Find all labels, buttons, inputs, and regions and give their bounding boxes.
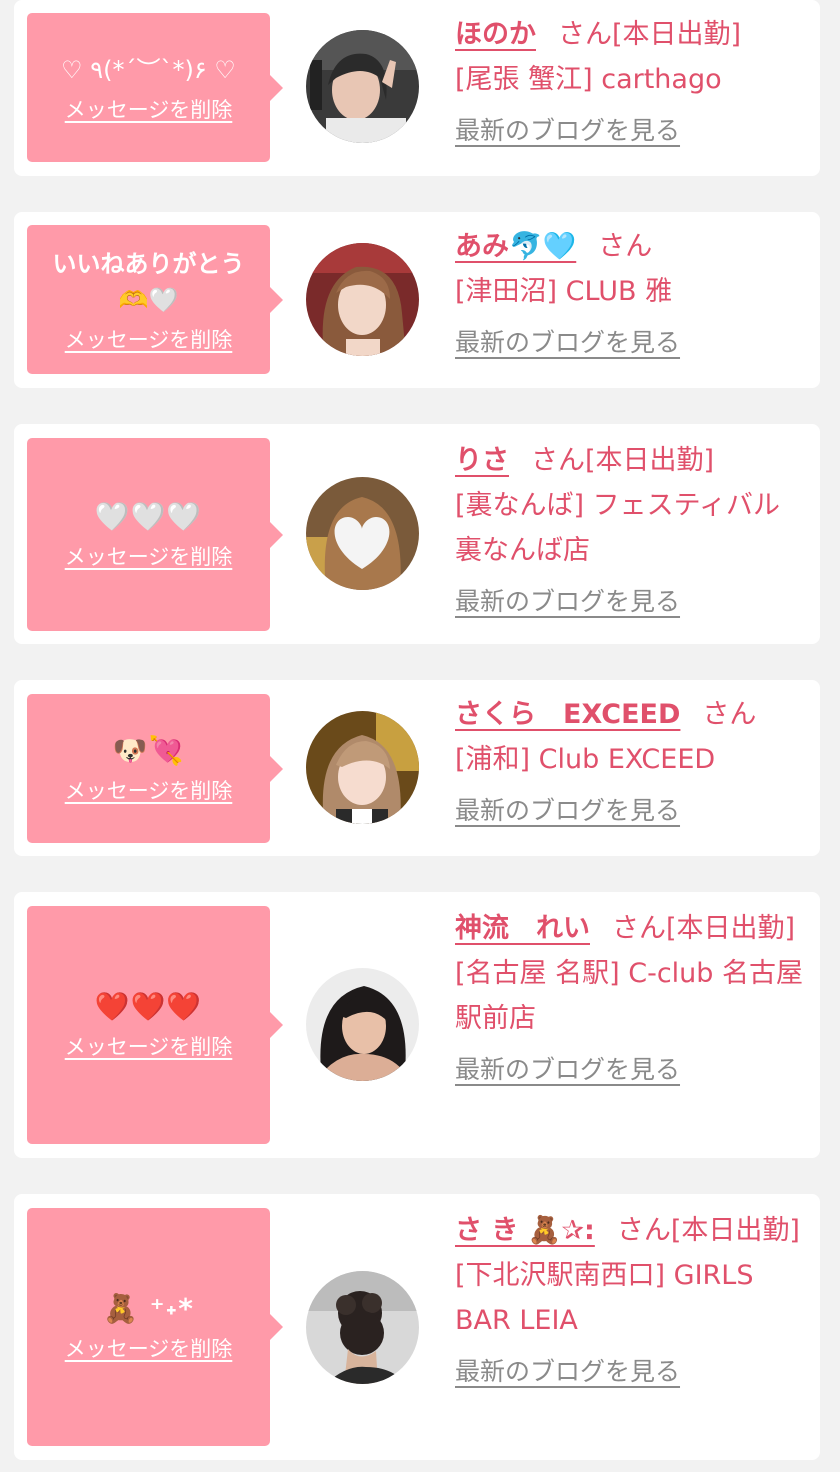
cast-info: さくら EXCEED さん [浦和] Club EXCEED 最新のブログを見る bbox=[455, 692, 806, 833]
cast-info: さ き 🧸✰: さん[本日出勤] [下北沢駅南西口] GIRLS BAR LEIA… bbox=[455, 1208, 806, 1394]
message-card: 🤍🤍🤍 メッセージを削除 りさ さん[本日出勤] [裏なんば] フェスティバル裏な… bbox=[14, 424, 820, 644]
honorific: さん bbox=[612, 913, 666, 944]
avatar[interactable] bbox=[306, 477, 419, 590]
message-bubble: ♡ ٩(*´︶`*)۶ ♡ メッセージを削除 bbox=[27, 13, 283, 162]
attendance-status: [本日出勤] bbox=[670, 1215, 800, 1246]
cast-info: ほのか さん[本日出勤] [尾張 蟹江] carthago 最新のブログを見る bbox=[455, 12, 806, 153]
shop-info: [名古屋 名駅] C-club 名古屋駅前店 bbox=[455, 958, 804, 1034]
delete-message-link[interactable]: メッセージを削除 bbox=[65, 324, 233, 354]
cast-name-link[interactable]: 神流 れい bbox=[455, 913, 590, 944]
message-text: ❤️❤️❤️ bbox=[94, 990, 203, 1023]
message-text: 🧸 ⁺˖* bbox=[103, 1292, 194, 1325]
message-text: ♡ ٩(*´︶`*)۶ ♡ bbox=[61, 55, 236, 84]
message-bubble: いいねありがとう 🫶🤍 メッセージを削除 bbox=[27, 225, 283, 374]
cast-name-link[interactable]: あみ🐬🩵 bbox=[455, 231, 576, 262]
message-text: 🐶💘 bbox=[112, 733, 185, 767]
latest-blog-link[interactable]: 最新のブログを見る bbox=[455, 788, 680, 833]
message-card: 🧸 ⁺˖* メッセージを削除 さ き 🧸✰: さん[本日出勤] [下北沢駅南西口]… bbox=[14, 1194, 820, 1460]
cast-info: あみ🐬🩵 さん [津田沼] CLUB 雅 最新のブログを見る bbox=[455, 224, 806, 365]
message-bubble: 🐶💘 メッセージを削除 bbox=[27, 694, 283, 843]
message-bubble: ❤️❤️❤️ メッセージを削除 bbox=[27, 906, 283, 1144]
shop-info: [下北沢駅南西口] GIRLS BAR LEIA bbox=[455, 1260, 754, 1336]
message-card: ❤️❤️❤️ メッセージを削除 神流 れい さん[本日出勤] [名古屋 名駅] C… bbox=[14, 892, 820, 1158]
cast-info: 神流 れい さん[本日出勤] [名古屋 名駅] C-club 名古屋駅前店 最新の… bbox=[455, 906, 806, 1092]
message-bubble: 🧸 ⁺˖* メッセージを削除 bbox=[27, 1208, 283, 1446]
delete-message-link[interactable]: メッセージを削除 bbox=[65, 541, 233, 571]
message-card: いいねありがとう 🫶🤍 メッセージを削除 あみ🐬🩵 さん [津田沼] CLUB 雅… bbox=[14, 212, 820, 388]
latest-blog-link[interactable]: 最新のブログを見る bbox=[455, 108, 680, 153]
delete-message-link[interactable]: メッセージを削除 bbox=[65, 1333, 233, 1363]
delete-message-link[interactable]: メッセージを削除 bbox=[65, 1031, 233, 1061]
honorific: さん bbox=[598, 231, 653, 262]
cast-name-link[interactable]: りさ bbox=[455, 445, 509, 476]
cast-info: りさ さん[本日出勤] [裏なんば] フェスティバル裏なんば店 最新のブログを見る bbox=[455, 438, 806, 624]
avatar[interactable] bbox=[306, 30, 419, 143]
delete-message-link[interactable]: メッセージを削除 bbox=[65, 775, 233, 805]
message-card: 🐶💘 メッセージを削除 さくら EXCEED さん [浦和] Club EXCEE… bbox=[14, 680, 820, 856]
shop-info: [尾張 蟹江] carthago bbox=[455, 64, 722, 95]
avatar[interactable] bbox=[306, 1271, 419, 1384]
honorific: さん bbox=[531, 445, 585, 476]
latest-blog-link[interactable]: 最新のブログを見る bbox=[455, 579, 680, 624]
message-text: いいねありがとう 🫶🤍 bbox=[52, 249, 245, 314]
cast-name-link[interactable]: さくら EXCEED bbox=[455, 699, 680, 730]
latest-blog-link[interactable]: 最新のブログを見る bbox=[455, 320, 680, 365]
delete-message-link[interactable]: メッセージを削除 bbox=[65, 94, 233, 124]
avatar[interactable] bbox=[306, 968, 419, 1081]
cast-name-link[interactable]: ほのか bbox=[455, 19, 536, 50]
shop-info: [浦和] Club EXCEED bbox=[455, 744, 716, 775]
attendance-status: [本日出勤] bbox=[612, 19, 742, 50]
honorific: さん bbox=[558, 19, 612, 50]
avatar[interactable] bbox=[306, 243, 419, 356]
attendance-status: [本日出勤] bbox=[585, 445, 715, 476]
avatar[interactable] bbox=[306, 711, 419, 824]
honorific: さん bbox=[702, 699, 757, 730]
shop-info: [裏なんば] フェスティバル裏なんば店 bbox=[455, 490, 781, 566]
latest-blog-link[interactable]: 最新のブログを見る bbox=[455, 1349, 680, 1394]
shop-info: [津田沼] CLUB 雅 bbox=[455, 276, 673, 307]
attendance-status: [本日出勤] bbox=[666, 913, 796, 944]
cast-name-link[interactable]: さ き 🧸✰: bbox=[455, 1215, 595, 1246]
message-text: 🤍🤍🤍 bbox=[94, 499, 203, 533]
message-card: ♡ ٩(*´︶`*)۶ ♡ メッセージを削除 ほのか さん[本日出勤] [尾張 蟹… bbox=[14, 0, 820, 176]
latest-blog-link[interactable]: 最新のブログを見る bbox=[455, 1047, 680, 1092]
honorific: さん bbox=[616, 1215, 671, 1246]
message-bubble: 🤍🤍🤍 メッセージを削除 bbox=[27, 438, 283, 631]
